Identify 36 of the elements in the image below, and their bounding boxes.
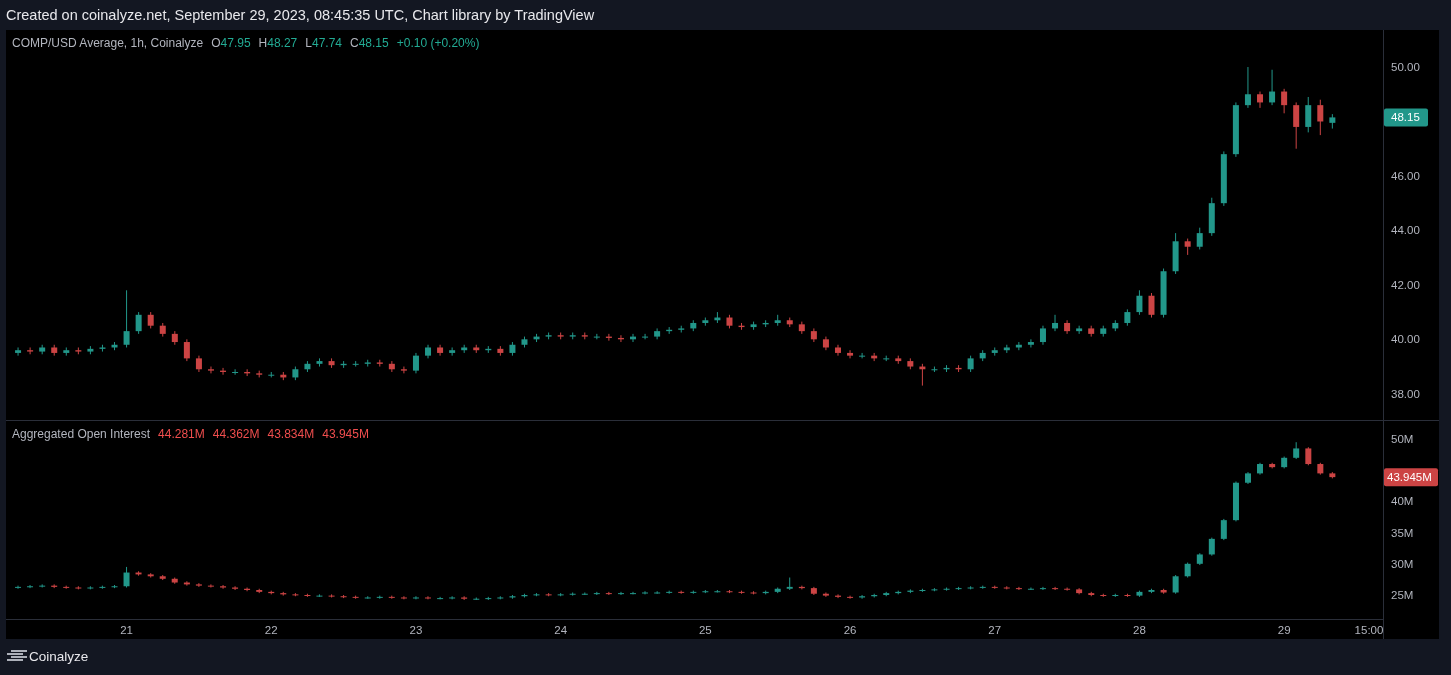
axis-label: 50.00 bbox=[1391, 61, 1420, 74]
axis-label: 30M bbox=[1391, 557, 1414, 570]
indicator-value: 44.281M bbox=[158, 427, 205, 441]
axis-label: 22 bbox=[264, 624, 278, 636]
axis-label: 50M bbox=[1391, 433, 1414, 446]
price-change: +0.10 (+0.20%) bbox=[396, 36, 480, 50]
axis-label: 38.00 bbox=[1391, 387, 1420, 400]
axis-label: 15:00 bbox=[1354, 624, 1384, 636]
last-value-tag: 43.945M bbox=[1384, 468, 1438, 487]
header-caption: Created on coinalyze.net, September 29, 2023, 08:45:35 UTC, Chart library by TradingView bbox=[6, 7, 595, 23]
axis-label: 25M bbox=[1391, 589, 1414, 601]
indicator-value: 43.945M bbox=[322, 427, 369, 441]
ohlc-value: C48.15 bbox=[350, 36, 389, 50]
ohlc-value: L47.74 bbox=[305, 36, 342, 50]
axis-label: 40.00 bbox=[1391, 333, 1420, 346]
axis-label: 42.00 bbox=[1391, 278, 1420, 291]
indicator-title: Aggregated Open Interest bbox=[12, 427, 151, 441]
axis-label: 40M bbox=[1391, 495, 1414, 508]
axis-label: 21 bbox=[120, 624, 133, 636]
axis-label: 35M bbox=[1391, 526, 1414, 539]
axis-label: 26 bbox=[843, 624, 857, 636]
axis-label: 29 bbox=[1277, 624, 1291, 636]
axis-label: 46.00 bbox=[1391, 169, 1420, 182]
ohlc-value: H48.27 bbox=[258, 36, 298, 50]
indicator-value: 43.834M bbox=[267, 427, 315, 441]
axis-label: 44.00 bbox=[1391, 224, 1420, 237]
axis-label: 24 bbox=[554, 624, 568, 636]
axis-label: 23 bbox=[409, 624, 423, 636]
axis-label: 28 bbox=[1133, 624, 1146, 636]
axis-label: 27 bbox=[988, 624, 1002, 636]
last-price-tag: 48.15 bbox=[1384, 108, 1428, 127]
brand-name: Coinalyze bbox=[29, 648, 89, 664]
ohlc-value: O47.95 bbox=[211, 36, 251, 50]
axis-label: 25 bbox=[698, 624, 712, 636]
indicator-value: 44.362M bbox=[212, 427, 260, 441]
symbol-title: COMP/USD Average, 1h, Coinalyze bbox=[12, 36, 204, 50]
